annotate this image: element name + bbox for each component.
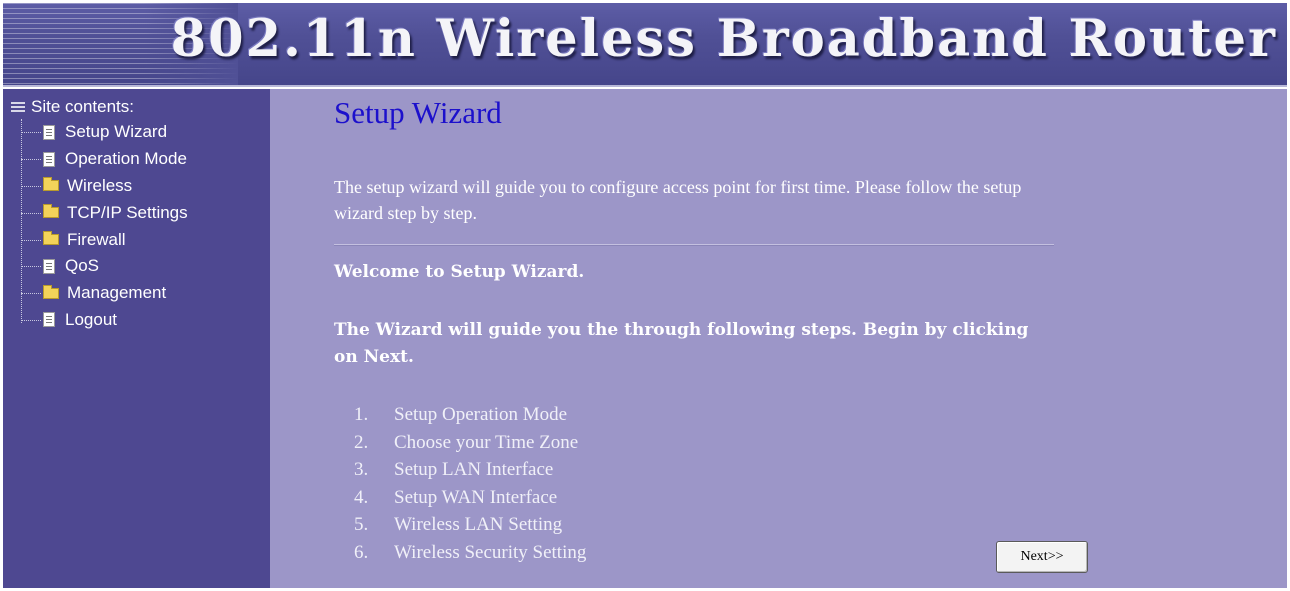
document-icon (43, 258, 55, 274)
sidebar-item-label[interactable]: TCP/IP Settings (67, 203, 188, 223)
sidebar-item-wireless[interactable]: Wireless (17, 173, 188, 200)
sidebar-item-label[interactable]: Firewall (67, 230, 126, 250)
intro-text: The setup wizard will guide you to confi… (334, 177, 1022, 223)
document-icon (43, 151, 55, 167)
list-item: 3. Setup LAN Interface (354, 459, 554, 481)
list-item: 6. Wireless Security Setting (354, 541, 587, 563)
sidebar-item-label[interactable]: QoS (65, 256, 99, 276)
banner-divider (3, 85, 1287, 87)
header-banner: 802.11n Wireless Broadband Router (3, 3, 1287, 87)
network-icon (11, 102, 25, 112)
sidebar-item-label[interactable]: Management (67, 283, 166, 303)
sidebar-item-operation-mode[interactable]: Operation Mode (17, 146, 188, 173)
document-icon (43, 124, 55, 140)
banner-title: 802.11n Wireless Broadband Router (170, 9, 1277, 69)
sidebar-item-label[interactable]: Logout (65, 310, 117, 330)
folder-icon[interactable] (43, 177, 59, 192)
folder-icon[interactable] (43, 204, 59, 219)
sidebar-heading: Site contents: (11, 97, 134, 117)
router-admin-page: 802.11n Wireless Broadband Router Site c… (0, 0, 1290, 591)
sidebar-item-tcpip-settings[interactable]: TCP/IP Settings (17, 199, 188, 226)
content-panel: Setup Wizard The setup wizard will guide… (270, 89, 1287, 588)
sidebar-item-setup-wizard[interactable]: Setup Wizard (17, 119, 188, 146)
sidebar-item-label[interactable]: Operation Mode (65, 149, 187, 169)
welcome-heading: Welcome to Setup Wizard. (334, 262, 585, 282)
sidebar-item-qos[interactable]: QoS (17, 253, 188, 280)
folder-icon[interactable] (43, 231, 59, 246)
next-button[interactable]: Next>> (996, 541, 1088, 573)
sidebar-item-management[interactable]: Management (17, 280, 188, 307)
sidebar-item-logout[interactable]: Logout (17, 307, 188, 334)
steps-list: 1. Setup Operation Mode 2. Choose your Tim… (354, 401, 586, 567)
folder-icon[interactable] (43, 284, 59, 299)
sidebar-item-label[interactable]: Wireless (67, 176, 132, 196)
sidebar-heading-label: Site contents: (31, 97, 135, 116)
page-title: Setup Wizard (334, 95, 502, 130)
list-item: 5. Wireless LAN Setting (354, 514, 563, 536)
list-item: 4. Setup WAN Interface (354, 486, 558, 508)
document-icon (43, 312, 55, 328)
sidebar-tree: Setup Wizard Operation Mode Wireless TCP… (17, 119, 188, 333)
divider (334, 244, 1054, 246)
sidebar: Site contents: Setup Wizard Operation Mo… (3, 89, 270, 588)
list-item: 1. Setup Operation Mode (354, 404, 568, 425)
sidebar-item-label[interactable]: Setup Wizard (65, 122, 167, 142)
list-item: 2. Choose your Time Zone (354, 431, 579, 453)
guide-text: The Wizard will guide you the through fo… (334, 320, 1029, 367)
sidebar-item-firewall[interactable]: Firewall (17, 226, 188, 253)
